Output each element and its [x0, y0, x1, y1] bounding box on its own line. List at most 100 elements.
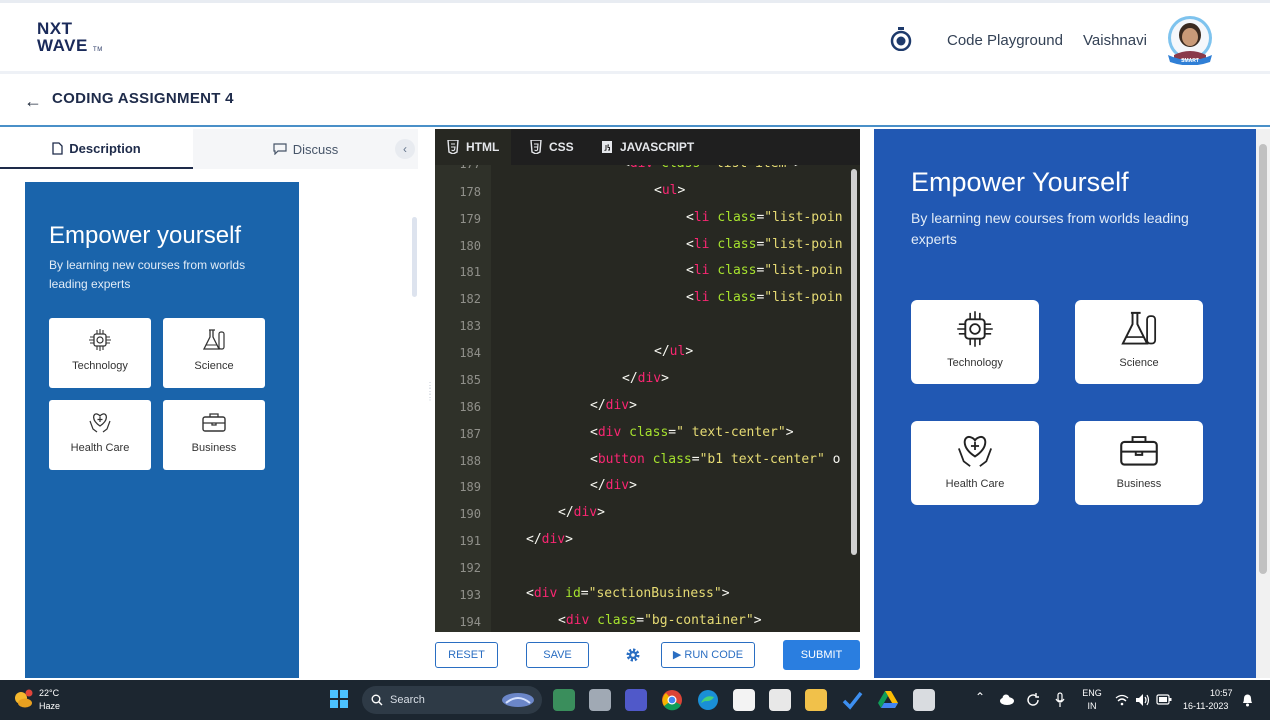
taskbar-search[interactable]: Search	[362, 686, 542, 714]
show-hidden-icons-chevron-icon[interactable]: ⌃	[975, 691, 985, 703]
description-scrollbar[interactable]	[412, 217, 417, 297]
chip-icon	[89, 329, 111, 351]
back-arrow-icon[interactable]: ←	[24, 91, 42, 112]
tab-html[interactable]: HTML	[435, 129, 512, 165]
avatar[interactable]: SMART	[1162, 15, 1218, 65]
chrome-icon[interactable]	[661, 689, 683, 711]
tab-description[interactable]: Description	[0, 129, 193, 169]
tab-javascript[interactable]: JAVASCRIPT	[589, 129, 706, 165]
line-number: 194	[459, 615, 481, 629]
line-number: 193	[459, 588, 481, 602]
preview-card-label: Business	[1116, 478, 1162, 490]
top-header: NXT WAVE TM Code Playground Vaishnavi SM…	[0, 0, 1270, 74]
chat-icon	[273, 143, 287, 155]
preview-scrollbar[interactable]	[1259, 144, 1267, 574]
refresh-icon[interactable]	[1025, 692, 1041, 708]
code-area[interactable]: 177 178 179 180 181 182 183 184 185 186 …	[435, 165, 860, 632]
gear-icon[interactable]	[625, 647, 641, 663]
notification-bell-icon[interactable]	[1241, 692, 1254, 707]
mini-card-business: Business	[163, 400, 265, 470]
preview-subtext: By learning new courses from worlds lead…	[911, 210, 1189, 247]
code-editor[interactable]: HTML CSS JAVASCRIPT 177 178 179 180 181 …	[435, 129, 860, 632]
search-highlight-icon	[502, 693, 534, 707]
line-number: 183	[459, 319, 481, 333]
windows-start-icon[interactable]	[329, 689, 349, 709]
tab-css[interactable]: CSS	[518, 129, 586, 165]
html5-icon	[447, 140, 459, 154]
edge-icon[interactable]	[697, 689, 719, 711]
panel-resize-handle[interactable]: ⋮ ⋮ ⋮	[426, 382, 434, 419]
line-number: 188	[459, 454, 481, 468]
code-line: </div>	[526, 532, 573, 547]
line-number: 190	[459, 507, 481, 521]
volume-icon[interactable]	[1135, 693, 1151, 707]
document-icon	[52, 141, 63, 155]
windows-taskbar: 22°C Haze Search ⌃ ENG IN 10:57 16-11-20…	[0, 680, 1270, 720]
code-playground-link[interactable]: Code Playground	[947, 32, 1063, 49]
code-line: <li class="list-poin	[686, 237, 843, 252]
cloud-icon[interactable]	[999, 693, 1015, 705]
javascript-icon	[602, 141, 612, 153]
flask-icon	[202, 329, 225, 350]
code-line: <li class="list-poin	[686, 290, 843, 305]
search-icon	[371, 694, 383, 706]
output-preview: Empower Yourself By learning new courses…	[874, 129, 1256, 678]
briefcase-icon	[202, 413, 226, 432]
teams-icon[interactable]	[625, 689, 647, 711]
code-line: <div class=" text-center">	[590, 425, 794, 440]
battery-icon[interactable]	[1156, 694, 1172, 705]
left-panel: Description Discuss ‹ Empower yourself B…	[0, 129, 425, 678]
editor-scrollbar[interactable]	[851, 169, 857, 555]
assignment-title: CODING ASSIGNMENT 4	[52, 90, 234, 107]
collapse-panel-button[interactable]: ‹	[395, 139, 415, 159]
logo-tm: TM	[93, 47, 103, 53]
line-number: 187	[459, 427, 481, 441]
mini-card-technology: Technology	[49, 318, 151, 388]
mini-heading: Empower yourself	[49, 222, 242, 249]
screen-recorder-icon[interactable]	[913, 689, 935, 711]
line-number: 177	[435, 165, 481, 171]
editor-toolbar: RESET SAVE ▶ RUN CODE SUBMIT	[435, 638, 860, 674]
file-explorer-icon[interactable]	[805, 689, 827, 711]
user-name[interactable]: Vaishnavi	[1083, 32, 1147, 49]
code-line: <div class="list-item">	[622, 165, 802, 171]
copilot-icon[interactable]	[553, 689, 575, 711]
logo-line-2: WAVE	[37, 36, 88, 55]
submit-button[interactable]: SUBMIT	[783, 640, 860, 670]
description-preview-image: Empower yourself By learning new courses…	[25, 182, 299, 678]
notepad-icon[interactable]	[733, 689, 755, 711]
microsoft-store-icon[interactable]	[769, 689, 791, 711]
language-code[interactable]: ENG	[1082, 688, 1102, 699]
logo-line-1: NXT	[37, 19, 73, 38]
clock-time[interactable]: 10:57	[1210, 688, 1233, 699]
microphone-icon[interactable]	[1054, 692, 1066, 708]
search-placeholder: Search	[390, 694, 425, 706]
line-number: 181	[459, 265, 481, 279]
reset-button[interactable]: RESET	[435, 642, 498, 668]
save-button[interactable]: SAVE	[526, 642, 589, 668]
todo-icon[interactable]	[841, 689, 863, 711]
tab-css-label: CSS	[549, 140, 574, 154]
nxtwave-logo[interactable]: NXT WAVE TM	[37, 20, 103, 59]
google-drive-icon[interactable]	[877, 689, 899, 711]
code-line: </div>	[590, 478, 637, 493]
clock-date[interactable]: 16-11-2023	[1183, 701, 1228, 712]
line-number: 189	[459, 480, 481, 494]
mini-card-health-care: Health Care	[49, 400, 151, 470]
wifi-icon[interactable]	[1115, 694, 1129, 706]
weather-label: Haze	[39, 701, 61, 711]
file-explorer-window-icon[interactable]	[589, 689, 611, 711]
editor-tabs: HTML CSS JAVASCRIPT	[435, 129, 860, 165]
preview-card-business: Business	[1075, 421, 1203, 505]
preview-card-health-care: Health Care	[911, 421, 1039, 505]
tab-discuss-label: Discuss	[292, 141, 339, 157]
code-line: <li class="list-poin	[686, 210, 843, 225]
language-region[interactable]: IN	[1082, 701, 1102, 712]
stopwatch-icon[interactable]	[890, 27, 912, 51]
code-line: </ul>	[654, 344, 694, 359]
tab-discuss[interactable]: Discuss	[193, 129, 418, 169]
weather-icon[interactable]	[12, 688, 34, 710]
run-code-button[interactable]: ▶ RUN CODE	[661, 642, 755, 668]
play-icon: ▶	[672, 649, 682, 661]
avatar-badge: SMART	[1181, 58, 1199, 64]
